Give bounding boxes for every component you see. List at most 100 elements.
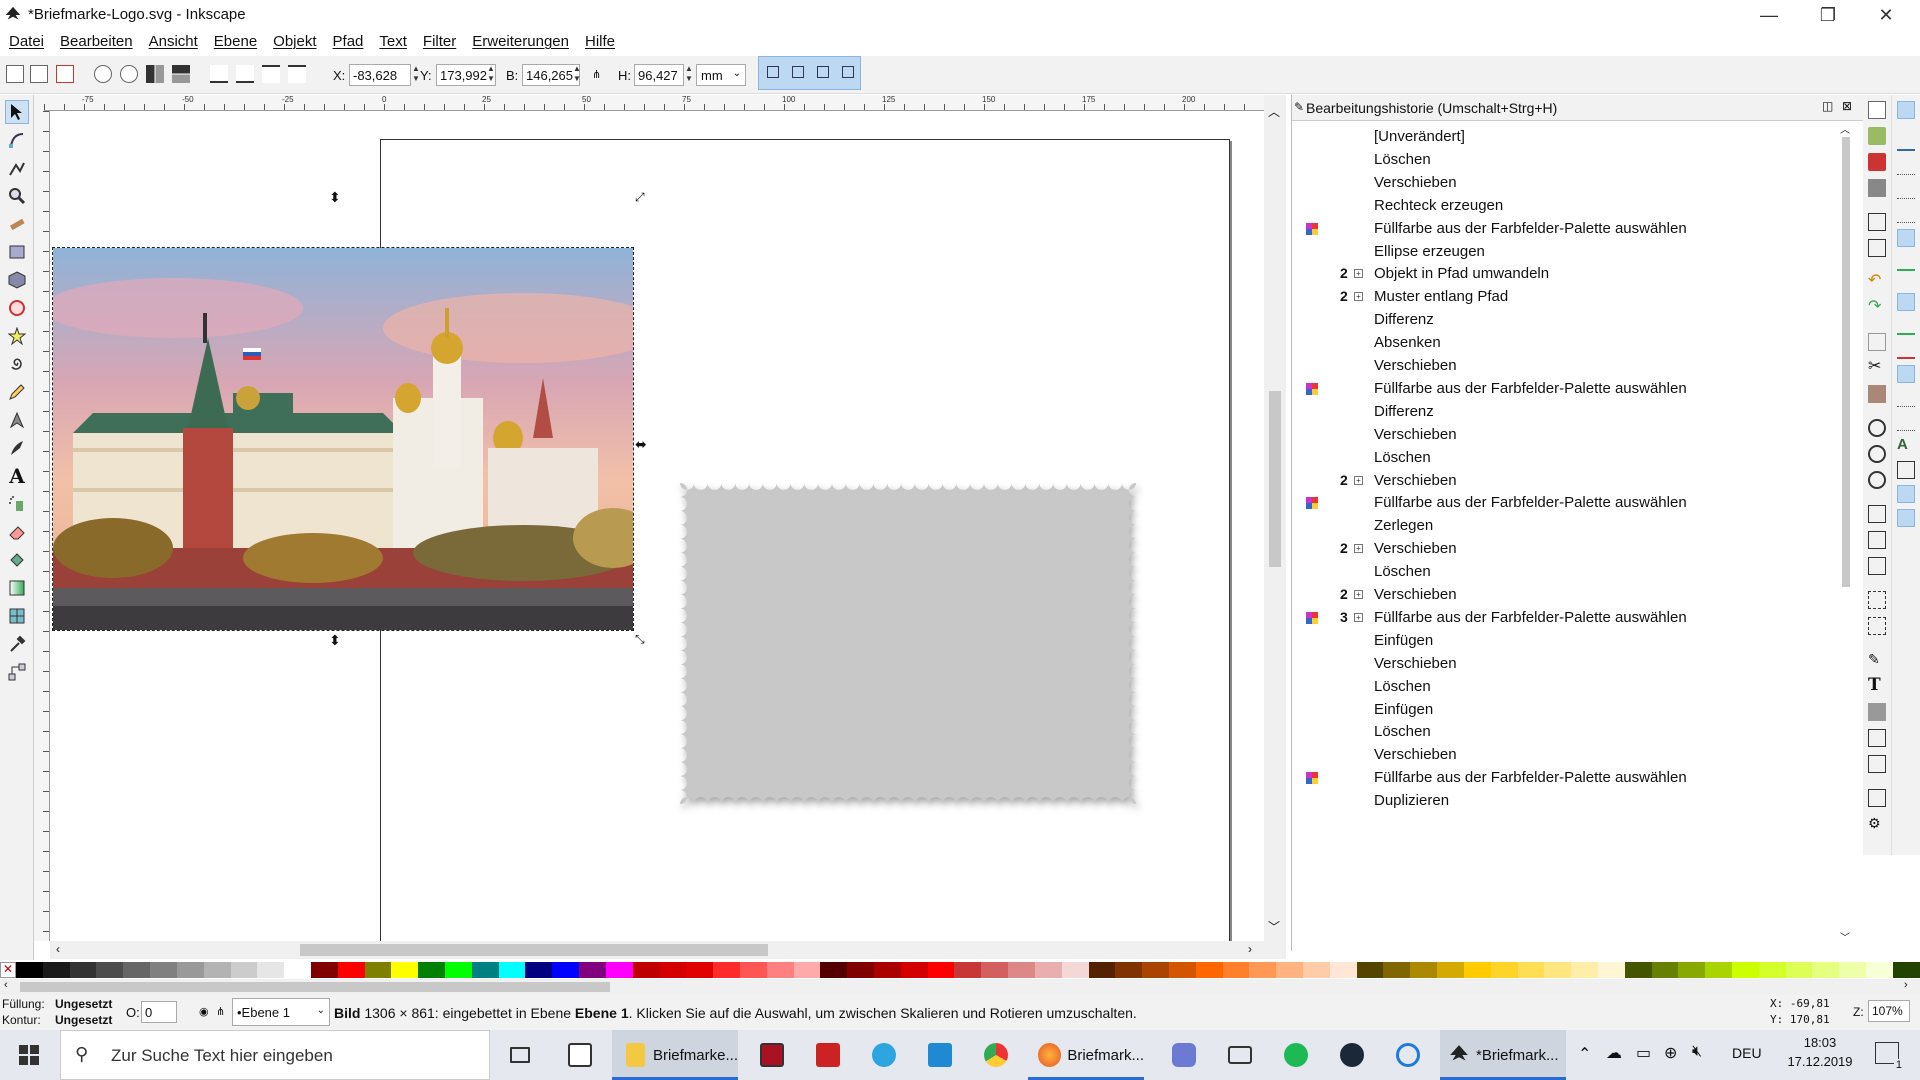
transform-patterns-icon[interactable] — [842, 66, 854, 78]
color-swatch[interactable] — [1356, 962, 1384, 978]
align-distribute-icon[interactable] — [1868, 755, 1886, 773]
snap-enable-icon[interactable] — [1897, 101, 1915, 119]
snap-bbox-midpoint-icon[interactable] — [1897, 205, 1915, 223]
color-swatch[interactable] — [1812, 962, 1840, 978]
import-icon[interactable] — [1868, 213, 1886, 231]
store-icon[interactable] — [556, 1030, 604, 1080]
color-swatch[interactable] — [793, 962, 821, 978]
mail-icon[interactable] — [1216, 1030, 1264, 1080]
layers-icon[interactable] — [1868, 703, 1886, 721]
horizontal-scroll-thumb[interactable] — [300, 944, 768, 956]
scale-handle-top-right[interactable]: ⤢ — [635, 191, 645, 203]
discord-icon[interactable] — [1160, 1030, 1208, 1080]
color-swatch[interactable] — [847, 962, 874, 978]
panel-dock-icon[interactable]: ◫ — [1822, 99, 1833, 113]
expand-icon[interactable]: + — [1354, 269, 1363, 279]
tray-expand-icon[interactable]: ⌃ — [1578, 1044, 1591, 1064]
mesh-tool-icon[interactable] — [5, 604, 29, 628]
scale-handle-top[interactable]: ⬍ — [329, 190, 341, 204]
color-swatch[interactable] — [927, 962, 955, 978]
language-indicator[interactable]: DEU — [1732, 1045, 1762, 1061]
rotate-ccw-icon[interactable] — [94, 65, 112, 83]
expand-icon[interactable]: + — [1354, 544, 1363, 554]
menu-filter[interactable]: Filter — [422, 31, 457, 55]
vertical-ruler[interactable] — [34, 111, 50, 941]
scroll-up-icon[interactable]: ︿ — [1840, 121, 1850, 136]
color-swatch[interactable] — [16, 962, 43, 978]
color-swatch[interactable] — [900, 962, 928, 978]
color-swatch[interactable] — [874, 962, 901, 978]
color-swatch[interactable] — [1303, 962, 1330, 978]
history-row[interactable]: Duplizieren — [1292, 787, 1832, 815]
copy-icon[interactable] — [1868, 333, 1886, 351]
color-swatch[interactable] — [42, 962, 70, 978]
ellipse-tool-icon[interactable] — [5, 296, 29, 320]
print-icon[interactable] — [1868, 179, 1886, 197]
3d-box-tool-icon[interactable] — [5, 268, 29, 292]
steam-icon[interactable] — [1328, 1030, 1376, 1080]
menu-ansicht[interactable]: Ansicht — [148, 31, 199, 55]
paste-icon[interactable] — [1868, 385, 1886, 403]
lower-to-bottom-icon[interactable] — [210, 65, 228, 83]
expand-icon[interactable]: + — [1354, 292, 1363, 302]
task-view-icon[interactable] — [496, 1030, 544, 1080]
vscode-icon[interactable] — [916, 1030, 964, 1080]
stamp-shape[interactable] — [668, 471, 1148, 816]
color-swatch[interactable] — [69, 962, 97, 978]
color-swatch[interactable] — [1678, 962, 1706, 978]
snap-bbox-corner-icon[interactable] — [1897, 181, 1915, 199]
close-button[interactable]: ✕ — [1858, 0, 1914, 30]
raise-to-top-icon[interactable] — [288, 65, 306, 83]
save-icon[interactable] — [1868, 153, 1886, 171]
embedded-image[interactable] — [52, 247, 634, 631]
color-swatch[interactable] — [632, 962, 660, 978]
scale-stroke-icon[interactable] — [767, 66, 779, 78]
scroll-down-icon[interactable]: ﹀ — [1268, 918, 1280, 935]
unit-select[interactable]: mm ⌄ — [696, 64, 746, 86]
pen-tool-icon[interactable] — [5, 408, 29, 432]
color-swatch[interactable] — [1651, 962, 1679, 978]
scale-corners-icon[interactable] — [792, 66, 804, 78]
minimize-button[interactable]: — — [1741, 0, 1797, 30]
color-swatch[interactable] — [1866, 962, 1893, 978]
new-document-icon[interactable] — [1868, 101, 1886, 119]
raise-icon[interactable] — [262, 65, 280, 83]
menu-text[interactable]: Text — [378, 31, 408, 55]
color-swatch[interactable] — [1785, 962, 1813, 978]
notification-center-icon[interactable]: 1 — [1875, 1042, 1904, 1071]
y-spin-button[interactable]: ▲ ▼ — [486, 64, 496, 86]
color-swatch[interactable] — [1839, 962, 1867, 978]
measure-tool-icon[interactable] — [5, 212, 29, 236]
color-swatch[interactable] — [1329, 962, 1357, 978]
chrome-icon[interactable] — [972, 1030, 1020, 1080]
layer-visibility-icon[interactable]: ◉ — [199, 1005, 209, 1018]
canvas-vertical-scrollbar[interactable]: ︿ ﹀ — [1264, 95, 1286, 941]
scroll-right-icon[interactable]: › — [1904, 979, 1908, 991]
maximize-button[interactable]: ❐ — [1800, 0, 1856, 30]
select-all-icon[interactable] — [6, 65, 24, 83]
lower-icon[interactable] — [236, 65, 254, 83]
taskbar-inkscape-window[interactable]: *Briefmark... — [1440, 1030, 1566, 1080]
color-swatch[interactable] — [391, 962, 419, 978]
color-swatch[interactable] — [713, 962, 740, 978]
color-swatch[interactable] — [1383, 962, 1411, 978]
color-swatch[interactable] — [954, 962, 982, 978]
text-font-icon[interactable]: T — [1868, 677, 1886, 695]
color-swatch[interactable] — [1544, 962, 1572, 978]
snap-text-baseline-icon[interactable]: A — [1897, 437, 1915, 455]
color-swatch[interactable] — [257, 962, 285, 978]
taskbar-explorer-window[interactable]: Briefmarke... — [612, 1030, 738, 1080]
connector-tool-icon[interactable] — [5, 660, 29, 684]
node-tool-icon[interactable] — [5, 128, 29, 152]
color-swatch[interactable] — [552, 962, 580, 978]
no-paint-swatch[interactable]: ✕ — [0, 962, 16, 978]
color-swatch[interactable] — [471, 962, 499, 978]
unlink-clone-icon[interactable] — [1868, 557, 1886, 575]
menu-hilfe[interactable]: Hilfe — [584, 31, 616, 55]
paint-bucket-tool-icon[interactable] — [5, 548, 29, 572]
color-swatch[interactable] — [498, 962, 526, 978]
panel-close-icon[interactable]: ⊠ — [1842, 99, 1852, 113]
color-swatch[interactable] — [525, 962, 553, 978]
cut-icon[interactable]: ✂ — [1868, 359, 1886, 377]
color-swatch[interactable] — [579, 962, 606, 978]
